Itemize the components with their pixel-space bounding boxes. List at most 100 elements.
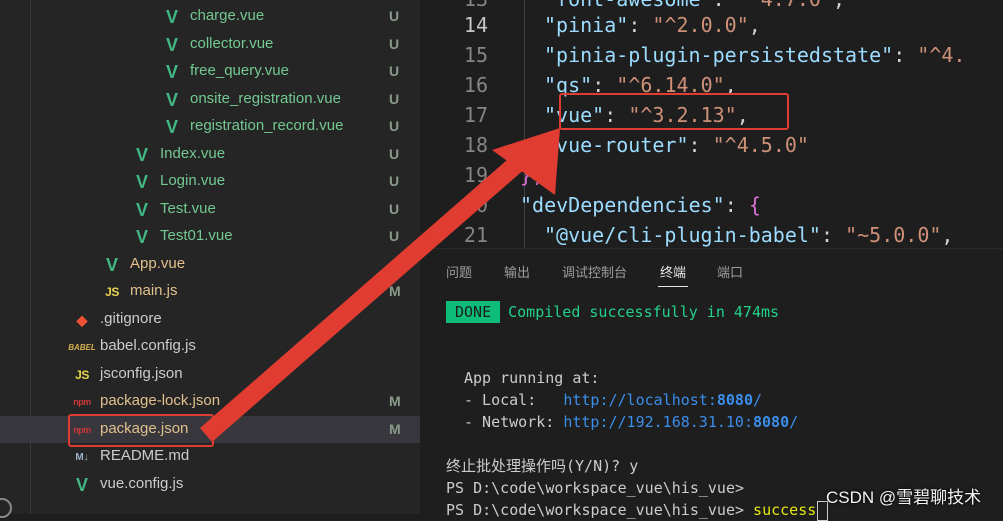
git-status-badge: U: [389, 201, 400, 217]
code-line: 14 "pinia": "^2.0.0",: [420, 10, 1003, 40]
json-key: devDependencies: [532, 193, 713, 217]
account-icon[interactable]: [0, 498, 12, 518]
git-status-badge: M: [389, 283, 401, 299]
npm-icon: npm: [73, 397, 91, 407]
tab-debug-console[interactable]: 调试控制台: [562, 264, 627, 282]
terminal-line: - Local: http://localhost:8080/: [464, 389, 762, 411]
tree-item-gitignore[interactable]: ◆ .gitignore: [0, 306, 420, 333]
typed-command: success: [753, 501, 817, 519]
highlight-box-package-json: [68, 414, 214, 447]
code-text: "pinia-plugin-persistedstate": "^4.: [544, 43, 966, 67]
terminal-line: PS D:\code\workspace_vue\his_vue>: [446, 479, 745, 497]
active-tab-indicator: [658, 286, 688, 287]
tree-item-label: package-lock.json: [100, 392, 221, 409]
network-url-suffix: /: [789, 413, 799, 431]
done-badge: DONE: [446, 301, 501, 323]
line-number: 21: [463, 223, 488, 247]
vue-icon: V: [135, 226, 148, 247]
git-icon: ◆: [76, 311, 88, 328]
json-key: @vue/cli-plugin-babel: [556, 223, 809, 247]
tree-item-label: README.md: [100, 447, 190, 464]
line-number: 15: [463, 43, 488, 67]
local-url-host: http://localhost:: [563, 391, 717, 409]
network-url-link[interactable]: http://192.168.31.10:8080/: [563, 413, 798, 431]
local-label: - Local:: [464, 391, 564, 409]
tree-item-login-vue[interactable]: V Login.vue U: [0, 168, 420, 195]
code-line: 21 "@vue/cli-plugin-babel": "~5.0.0",: [420, 220, 1003, 248]
tree-item-registration-record-vue[interactable]: V registration_record.vue U: [0, 113, 420, 140]
tree-item-label: App.vue: [130, 255, 186, 272]
compile-message: Compiled successfully in 474ms: [508, 303, 780, 321]
tab-ports[interactable]: 端口: [717, 264, 743, 282]
tree-item-test01-vue[interactable]: V Test01.vue U: [0, 223, 420, 250]
tab-problems[interactable]: 问题: [446, 264, 472, 282]
highlight-box-vue-version: [559, 93, 789, 130]
tree-item-index-vue[interactable]: V Index.vue U: [0, 141, 420, 168]
tree-item-jsconfig[interactable]: JS jsconfig.json: [0, 361, 420, 388]
vue-icon: V: [105, 254, 118, 275]
tree-item-label: onsite_registration.vue: [190, 90, 341, 107]
git-status-badge: U: [389, 228, 400, 244]
line-number: 20: [463, 193, 488, 217]
code-line: 15 "pinia-plugin-persistedstate": "^4.: [420, 40, 1003, 70]
line-number: 18: [463, 133, 488, 157]
line-number: 19: [463, 163, 488, 187]
line-number: 17: [463, 103, 488, 127]
vue-icon: V: [135, 199, 148, 220]
terminal-line: App running at:: [464, 369, 600, 387]
tab-terminal[interactable]: 终端: [660, 264, 686, 282]
bottom-panel: 问题 输出 调试控制台 终端 端口 DONE Compiled successfu…: [420, 248, 1003, 521]
tree-item-label: Index.vue: [160, 145, 226, 162]
tree-item-app-vue[interactable]: V App.vue: [0, 251, 420, 278]
git-status-badge: U: [389, 118, 400, 134]
line-number: 14: [463, 13, 488, 37]
tree-item-label: jsconfig.json: [100, 365, 183, 382]
local-url-port: 8080: [716, 391, 753, 409]
tree-item-package-lock[interactable]: npm package-lock.json M: [0, 388, 420, 415]
tree-item-free-query-vue[interactable]: V free_query.vue U: [0, 58, 420, 85]
line-number: 16: [463, 73, 488, 97]
vue-icon: V: [135, 171, 148, 192]
tab-output[interactable]: 输出: [504, 264, 530, 282]
git-status-badge: U: [389, 173, 400, 189]
tree-item-collector-vue[interactable]: V collector.vue U: [0, 31, 420, 58]
git-status-badge: U: [389, 36, 400, 52]
tree-item-vue-config[interactable]: V vue.config.js: [0, 471, 420, 498]
tree-item-label: charge.vue: [190, 7, 265, 24]
network-url-host: http://192.168.31.10:: [563, 413, 753, 431]
tree-item-label: collector.vue: [190, 35, 274, 52]
network-url-port: 8080: [753, 413, 790, 431]
json-key: vue-router: [556, 133, 677, 157]
json-value: ^4.5.0: [724, 133, 797, 157]
terminal-line: 终止批处理操作吗(Y/N)? y: [446, 457, 639, 475]
vue-icon: V: [165, 116, 178, 137]
js-icon: JS: [75, 368, 89, 382]
code-line: 18 "vue-router": "^4.5.0": [420, 130, 1003, 160]
json-brace: {: [748, 193, 761, 217]
code-text: },: [520, 163, 545, 187]
tree-item-readme[interactable]: M↓ README.md: [0, 443, 420, 470]
terminal-input-line[interactable]: PS D:\code\workspace_vue\his_vue> succes…: [446, 499, 829, 521]
js-icon: JS: [105, 285, 119, 299]
json-key: pinia: [556, 13, 617, 37]
vue-icon: V: [165, 61, 178, 82]
tree-item-label: Test.vue: [160, 200, 216, 217]
tree-item-main-js[interactable]: JS main.js M: [0, 278, 420, 305]
vue-icon: V: [135, 144, 148, 165]
code-text: "pinia": "^2.0.0",: [544, 13, 761, 37]
terminal-line: - Network: http://192.168.31.10:8080/: [464, 411, 798, 433]
markdown-icon: M↓: [75, 451, 89, 463]
tree-item-babel-config[interactable]: BABEL babel.config.js: [0, 333, 420, 360]
tree-item-label: registration_record.vue: [190, 117, 344, 134]
tree-item-label: Login.vue: [160, 172, 226, 189]
vue-icon: V: [75, 474, 88, 495]
tree-item-onsite-registration-vue[interactable]: V onsite_registration.vue U: [0, 86, 420, 113]
git-status-badge: U: [389, 91, 400, 107]
tree-item-test-vue[interactable]: V Test.vue U: [0, 196, 420, 223]
git-status-badge: U: [389, 63, 400, 79]
git-status-badge: M: [389, 421, 401, 437]
git-status-badge: U: [389, 146, 400, 162]
tree-item-label: vue.config.js: [100, 475, 184, 492]
tree-item-charge-vue[interactable]: V charge.vue U: [0, 3, 420, 30]
local-url-link[interactable]: http://localhost:8080/: [563, 391, 762, 409]
